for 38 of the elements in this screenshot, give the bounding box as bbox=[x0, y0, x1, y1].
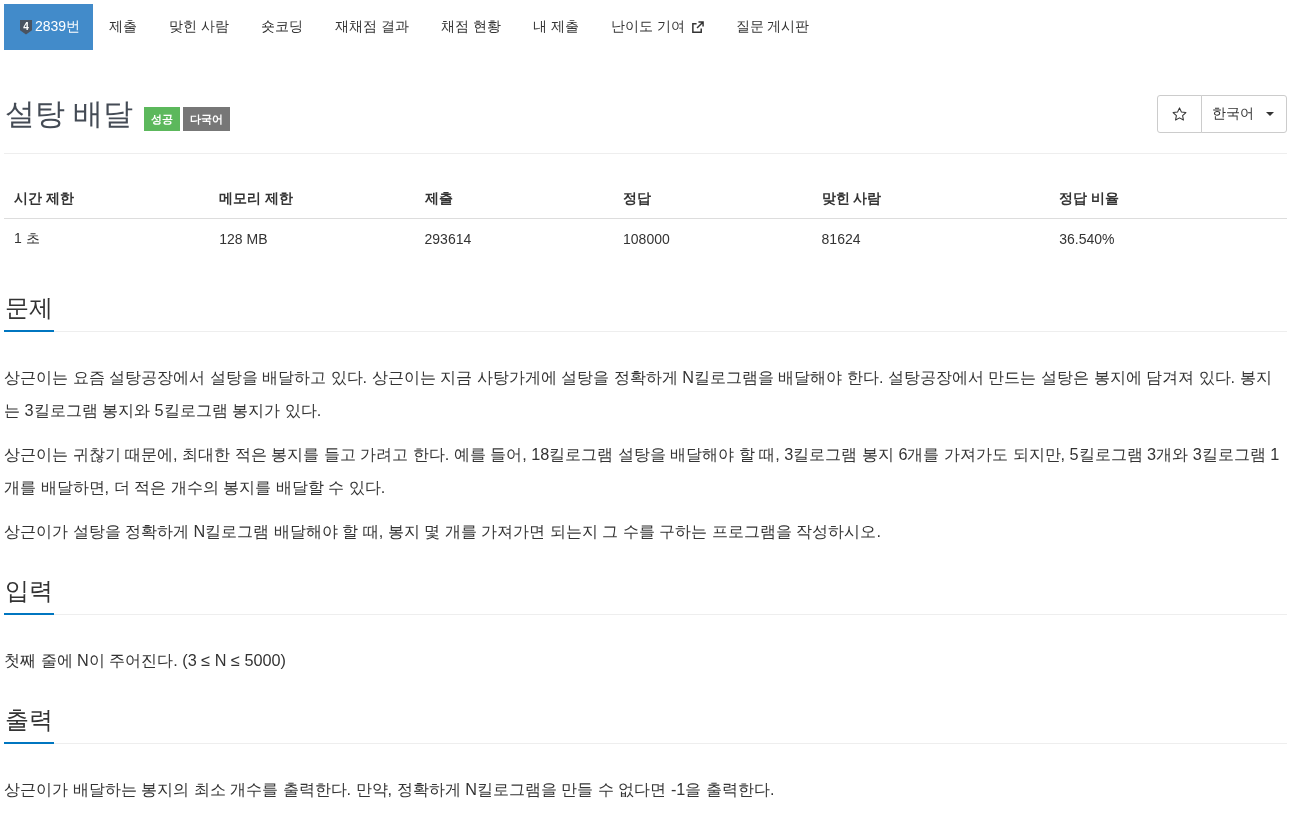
column-header: 제출 bbox=[414, 179, 614, 219]
table-cell: 293614 bbox=[414, 218, 614, 259]
paragraph: 상근이는 귀찮기 때문에, 최대한 적은 봉지를 들고 가려고 한다. 예를 들어, 18킬로그램 설탕을 배달해야 할 때, 3킬로그램 봉지 6개를 가져가도 되지만, 5킬로그램 3개와 3킬로그램 1개를 배달하면, 더 적은 개수의 봉지를 배달할 수 있다. bbox=[4, 444, 1281, 498]
section-heading: 출력 bbox=[4, 700, 54, 744]
table-cell: 108000 bbox=[613, 218, 812, 259]
nav-tab[interactable]: 제출 bbox=[93, 4, 154, 50]
paragraph: 상근이가 배달하는 봉지의 최소 개수를 출력한다. 만약, 정확하게 N킬로그램을 만들 수 없다면 -1을 출력한다. bbox=[4, 779, 776, 800]
star-icon bbox=[1172, 107, 1187, 121]
nav-tab[interactable]: 내 제출 bbox=[516, 4, 595, 50]
column-header: 정답 비율 bbox=[1049, 179, 1287, 219]
external-link-icon bbox=[690, 20, 704, 34]
nav-tab[interactable]: 숏코딩 bbox=[245, 4, 320, 50]
nav-tab[interactable]: 난이도 기여 bbox=[594, 4, 720, 50]
nav-tab[interactable]: 맞힌 사람 bbox=[153, 4, 246, 50]
nav-tab[interactable]: 질문 게시판 bbox=[719, 4, 826, 50]
section-heading: 입력 bbox=[4, 571, 54, 615]
caret-icon bbox=[1266, 112, 1274, 116]
problem-title: 설탕 배달 bbox=[5, 96, 134, 132]
column-header: 메모리 제한 bbox=[209, 179, 415, 219]
column-header: 시간 제한 bbox=[4, 179, 210, 219]
nav-tab[interactable]: 채점 현황 bbox=[424, 4, 517, 50]
paragraph: 상근이는 요즘 설탕공장에서 설탕을 배달하고 있다. 상근이는 지금 사탕가게에 설탕을 정확하게 N킬로그램을 배달해야 한다. 설탕공장에서 만드는 설탕은 봉지에 담겨져 있다. 봉지는 3킬로그램 봉지와 5킬로그램 봉지가 있다. bbox=[4, 367, 1273, 421]
column-header: 정답 bbox=[613, 179, 812, 219]
nav-tab[interactable]: 재채점 결과 bbox=[319, 4, 425, 50]
nav-tab[interactable]: 4 2839번 bbox=[4, 4, 94, 50]
table-cell: 128 MB bbox=[209, 218, 415, 259]
tier-badge: 4 bbox=[20, 19, 32, 35]
table-cell: 1 초 bbox=[4, 218, 210, 259]
section-heading: 문제 bbox=[4, 288, 54, 332]
status-label: 성공 bbox=[144, 107, 181, 131]
table-cell: 81624 bbox=[811, 218, 1050, 259]
status-label: 다국어 bbox=[183, 107, 231, 131]
star-button[interactable] bbox=[1157, 95, 1202, 133]
column-header: 맞힌 사람 bbox=[811, 179, 1050, 219]
paragraph: 첫째 줄에 N이 주어진다. (3 ≤ N ≤ 5000) bbox=[4, 650, 287, 671]
paragraph: 상근이가 설탕을 정확하게 N킬로그램 배달해야 할 때, 봉지 몇 개를 가져가면 되는지 그 수를 구하는 프로그램을 작성하시오. bbox=[4, 521, 882, 542]
table-cell: 36.540% bbox=[1049, 218, 1287, 259]
language-dropdown[interactable]: 한국어 bbox=[1201, 95, 1287, 133]
